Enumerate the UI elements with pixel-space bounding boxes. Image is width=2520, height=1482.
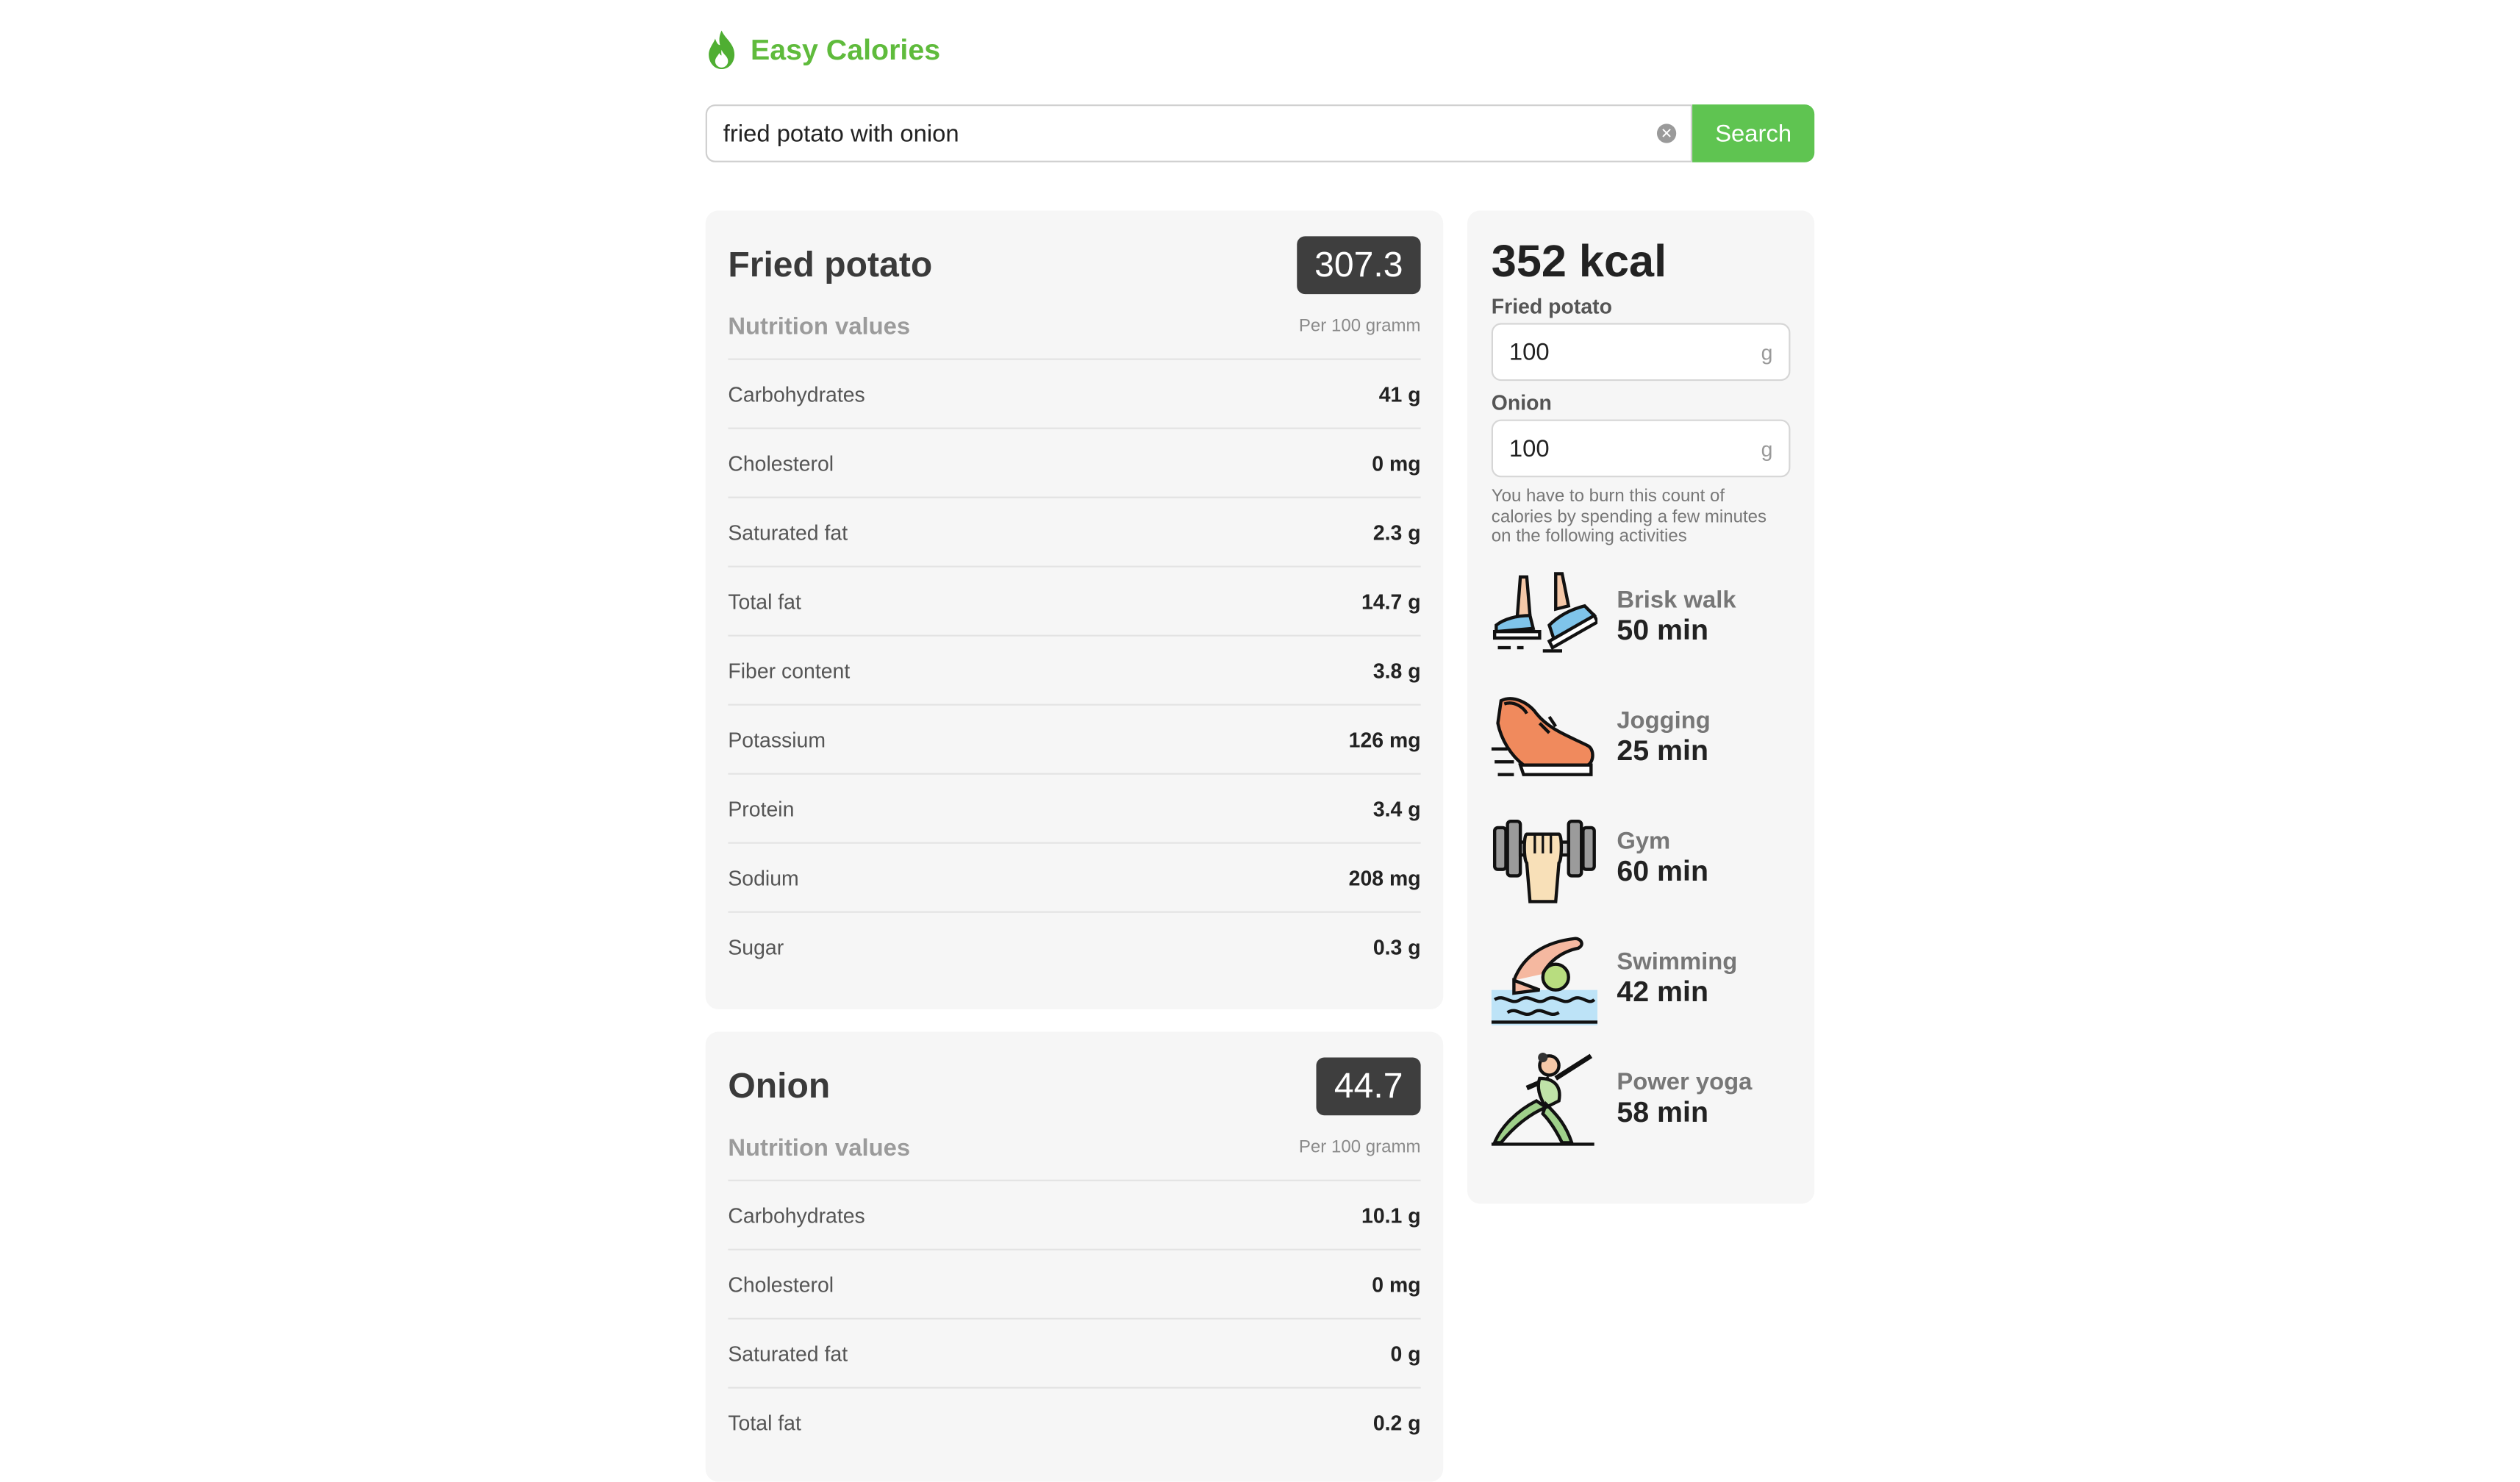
- nutrient-value: 0 g: [1390, 1341, 1421, 1366]
- nutrition-title: Nutrition values: [728, 1134, 911, 1161]
- activity-time: 58 min: [1617, 1095, 1708, 1128]
- nutrient-name: Saturated fat: [728, 520, 848, 545]
- sneakers-icon: [1492, 570, 1600, 664]
- calorie-badge: 44.7: [1316, 1057, 1421, 1116]
- food-name: Onion: [728, 1065, 831, 1106]
- nutrient-name: Cholesterol: [728, 1272, 834, 1297]
- nutrient-row: Cholesterol 0 mg: [728, 1250, 1421, 1320]
- nutrient-row: Sodium 208 mg: [728, 844, 1421, 913]
- quantity-value: 100: [1508, 435, 1550, 463]
- quantity-unit: g: [1761, 437, 1773, 462]
- quantity-input-fried-potato[interactable]: 100 g: [1491, 323, 1791, 382]
- per-label: Per 100 gramm: [1298, 316, 1421, 336]
- nutrient-value: 0.2 g: [1372, 1410, 1421, 1435]
- nutrient-value: 10.1 g: [1361, 1203, 1421, 1228]
- nutrition-title: Nutrition values: [728, 312, 911, 340]
- nutrient-name: Saturated fat: [728, 1341, 848, 1366]
- nutrient-value: 14.7 g: [1361, 589, 1421, 614]
- search-input[interactable]: [705, 104, 1693, 162]
- food-card-fried-potato: Fried potato 307.3 Nutrition values Per …: [705, 210, 1444, 1009]
- activity-name: Brisk walk: [1617, 586, 1736, 615]
- nutrition-header: Nutrition values Per 100 gramm: [728, 294, 1421, 360]
- nutrient-value: 0 mg: [1372, 451, 1421, 476]
- activity-name: Power yoga: [1617, 1068, 1753, 1096]
- nutrient-name: Total fat: [728, 589, 801, 614]
- total-calories: 352 kcal: [1491, 236, 1667, 287]
- swimmer-icon: [1491, 932, 1598, 1025]
- nutrient-name: Potassium: [728, 727, 826, 752]
- food-name: Fried potato: [728, 244, 933, 284]
- quantity-label: Onion: [1491, 390, 1552, 415]
- activity-time: 50 min: [1617, 614, 1708, 646]
- activity-time: 42 min: [1617, 976, 1708, 1008]
- nutrient-value: 2.3 g: [1372, 520, 1421, 545]
- activity-name: Jogging: [1617, 706, 1711, 735]
- dumbbell-icon: [1492, 812, 1597, 905]
- activity-swimming: Swimming 42 min: [1491, 918, 1791, 1039]
- nutrient-row: Carbohydrates 41 g: [728, 360, 1421, 429]
- quantity-unit: g: [1761, 340, 1773, 365]
- nutrient-row: Total fat 14.7 g: [728, 568, 1421, 637]
- quantity-label: Fried potato: [1491, 294, 1612, 318]
- search-bar: ✕ Search: [705, 104, 1815, 162]
- nutrient-row: Cholesterol 0 mg: [728, 429, 1421, 498]
- activity-jogging: Jogging 25 min: [1491, 677, 1791, 798]
- activity-name: Swimming: [1617, 948, 1738, 976]
- clear-icon[interactable]: ✕: [1656, 124, 1677, 143]
- nutrient-name: Carbohydrates: [728, 1203, 865, 1228]
- nutrient-row: Protein 3.4 g: [728, 775, 1421, 844]
- nutrient-name: Total fat: [728, 1410, 801, 1435]
- burn-note: You have to burn this count of calories …: [1491, 487, 1767, 547]
- nutrient-name: Carbohydrates: [728, 382, 865, 407]
- quantity-input-onion[interactable]: 100 g: [1491, 419, 1791, 478]
- search-button[interactable]: Search: [1692, 104, 1815, 162]
- nutrient-row: Total fat 0.2 g: [728, 1389, 1420, 1456]
- nutrient-name: Sugar: [728, 934, 784, 959]
- nutrient-value: 126 mg: [1348, 727, 1421, 752]
- calorie-badge: 307.3: [1297, 236, 1421, 295]
- app-header: Easy Calories: [706, 26, 940, 74]
- quantity-value: 100: [1508, 339, 1550, 367]
- activity-time: 25 min: [1617, 734, 1708, 767]
- activity-brisk-walk: Brisk walk 50 min: [1492, 557, 1791, 678]
- nutrient-value: 208 mg: [1348, 865, 1421, 890]
- activity-gym: Gym 60 min: [1492, 798, 1791, 918]
- activity-name: Gym: [1617, 827, 1671, 856]
- nutrient-row: Saturated fat 0 g: [728, 1320, 1421, 1389]
- nutrient-name: Cholesterol: [728, 451, 834, 476]
- yoga-pose-icon: [1491, 1052, 1597, 1146]
- nutrition-header: Nutrition values Per 100 gramm: [728, 1115, 1421, 1181]
- flame-icon: [706, 29, 738, 71]
- nutrient-name: Protein: [728, 796, 795, 821]
- activity-time: 60 min: [1617, 855, 1708, 887]
- nutrient-row: Potassium 126 mg: [728, 706, 1421, 775]
- food-card-onion: Onion 44.7 Nutrition values Per 100 gram…: [705, 1031, 1444, 1482]
- nutrient-row: Carbohydrates 10.1 g: [728, 1181, 1421, 1250]
- nutrient-value: 3.4 g: [1372, 796, 1421, 821]
- running-shoe-icon: [1491, 691, 1597, 784]
- summary-panel: 352 kcal Fried potato 100 g Onion 100 g …: [1467, 210, 1815, 1204]
- nutrient-value: 0.3 g: [1372, 934, 1421, 959]
- nutrient-row: Saturated fat 2.3 g: [728, 498, 1421, 568]
- nutrient-value: 0 mg: [1372, 1272, 1421, 1297]
- nutrient-name: Fiber content: [728, 658, 851, 683]
- nutrient-value: 3.8 g: [1372, 658, 1421, 683]
- nutrient-value: 41 g: [1378, 382, 1421, 407]
- per-label: Per 100 gramm: [1298, 1137, 1421, 1158]
- nutrient-row: Fiber content 3.8 g: [728, 637, 1421, 706]
- activity-power-yoga: Power yoga 58 min: [1491, 1039, 1791, 1159]
- brand-name[interactable]: Easy Calories: [751, 33, 940, 67]
- nutrient-name: Sodium: [728, 865, 799, 890]
- nutrient-row: Sugar 0.3 g: [728, 913, 1420, 981]
